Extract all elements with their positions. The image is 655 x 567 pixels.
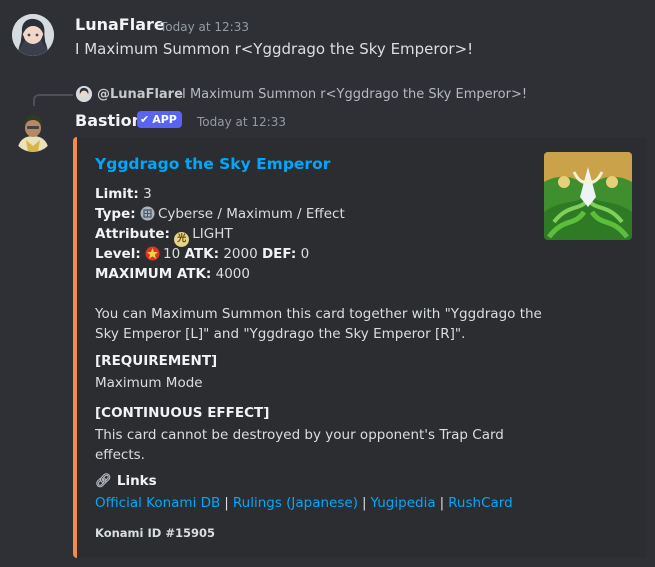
card-embed: Yggdrago the Sky Emperor Limit: 3 Type: — [73, 137, 646, 558]
link-separator: | — [361, 495, 367, 511]
reply-avatar[interactable] — [76, 86, 92, 102]
app-badge: ✔ APP — [137, 111, 182, 128]
author-name-lunaflare[interactable]: LunaFlare — [75, 15, 165, 34]
avatar-lunaflare[interactable] — [12, 14, 54, 56]
effect-line: This card cannot be destroyed by your op… — [95, 427, 504, 443]
level-value: 10 — [163, 246, 181, 262]
requirement-text: Maximum Mode — [95, 375, 203, 391]
level-star-icon — [145, 246, 160, 261]
limit-label: Limit — [95, 186, 134, 202]
maximum-atk-value: 4000 — [215, 266, 250, 282]
embed-footer: Konami ID #15905 — [95, 526, 215, 540]
level-label: Level — [95, 246, 136, 262]
app-badge-label: APP — [152, 113, 177, 126]
avatar-bastion[interactable] — [12, 110, 54, 152]
embed-title-link[interactable]: Yggdrago the Sky Emperor — [95, 155, 330, 173]
def-label: DEF — [261, 246, 291, 262]
effect-header: [CONTINUOUS EFFECT] — [95, 405, 270, 421]
requirement-header: [REQUIREMENT] — [95, 353, 218, 369]
link-separator: | — [224, 495, 229, 511]
cyberse-type-icon — [140, 206, 155, 221]
links-header: 🔗︎ Links — [95, 473, 157, 489]
reply-mention[interactable]: @LunaFlare — [97, 87, 183, 102]
atk-value: 2000 — [223, 246, 258, 262]
verified-check-icon: ✔ — [140, 113, 150, 126]
field-limit: Limit: 3 — [95, 186, 152, 202]
message1-content: I Maximum Summon r<Yggdrago the Sky Empe… — [75, 40, 474, 58]
link-official-konami-db[interactable]: Official Konami DB — [95, 495, 220, 511]
card-description: You can Maximum Summon this card togethe… — [95, 304, 542, 344]
field-level-stats: Level: 10 ATK: 2000 DEF: 0 — [95, 246, 310, 262]
effect-text: This card cannot be destroyed by your op… — [95, 425, 504, 465]
attribute-value: LIGHT — [192, 226, 233, 242]
limit-value: 3 — [143, 186, 152, 202]
field-maximum-atk: MAXIMUM ATK: 4000 — [95, 266, 250, 282]
link-separator: | — [439, 495, 445, 511]
field-attribute: Attribute: 光 LIGHT — [95, 226, 233, 247]
author-name-bastion[interactable]: Bastion — [75, 111, 143, 130]
effect-line: effects. — [95, 447, 145, 463]
links-row: Official Konami DB | Rulings (Japanese) | Yu… — [95, 495, 513, 511]
card-thumbnail[interactable] — [544, 152, 632, 240]
link-yugipedia[interactable]: Yugipedia — [371, 495, 436, 511]
def-value: 0 — [300, 246, 310, 262]
attribute-label: Attribute — [95, 226, 165, 242]
reply-preview-text[interactable]: I Maximum Summon r<Yggdrago the Sky Empe… — [182, 87, 527, 102]
atk-label: ATK — [184, 246, 214, 262]
type-value: Cyberse / Maximum / Effect — [157, 206, 345, 222]
description-line: You can Maximum Summon this card togethe… — [95, 306, 542, 322]
description-line: Sky Emperor [L]" and "Yggdrago the Sky E… — [95, 326, 466, 342]
maximum-atk-label: MAXIMUM ATK — [95, 266, 206, 282]
link-rulings-japanese[interactable]: Rulings (Japanese) — [233, 495, 358, 511]
reply-spine — [33, 94, 73, 106]
type-label: Type — [95, 206, 131, 222]
timestamp-message1: Today at 12:33 — [160, 20, 249, 34]
links-header-label: Links — [116, 473, 157, 489]
link-icon: 🔗︎ — [95, 473, 113, 489]
link-rushcard[interactable]: RushCard — [448, 495, 513, 511]
field-type: Type: Cyberse / Maximum / Effect — [95, 206, 345, 222]
timestamp-message2: Today at 12:33 — [197, 115, 286, 129]
light-attribute-icon: 光 — [174, 232, 190, 247]
